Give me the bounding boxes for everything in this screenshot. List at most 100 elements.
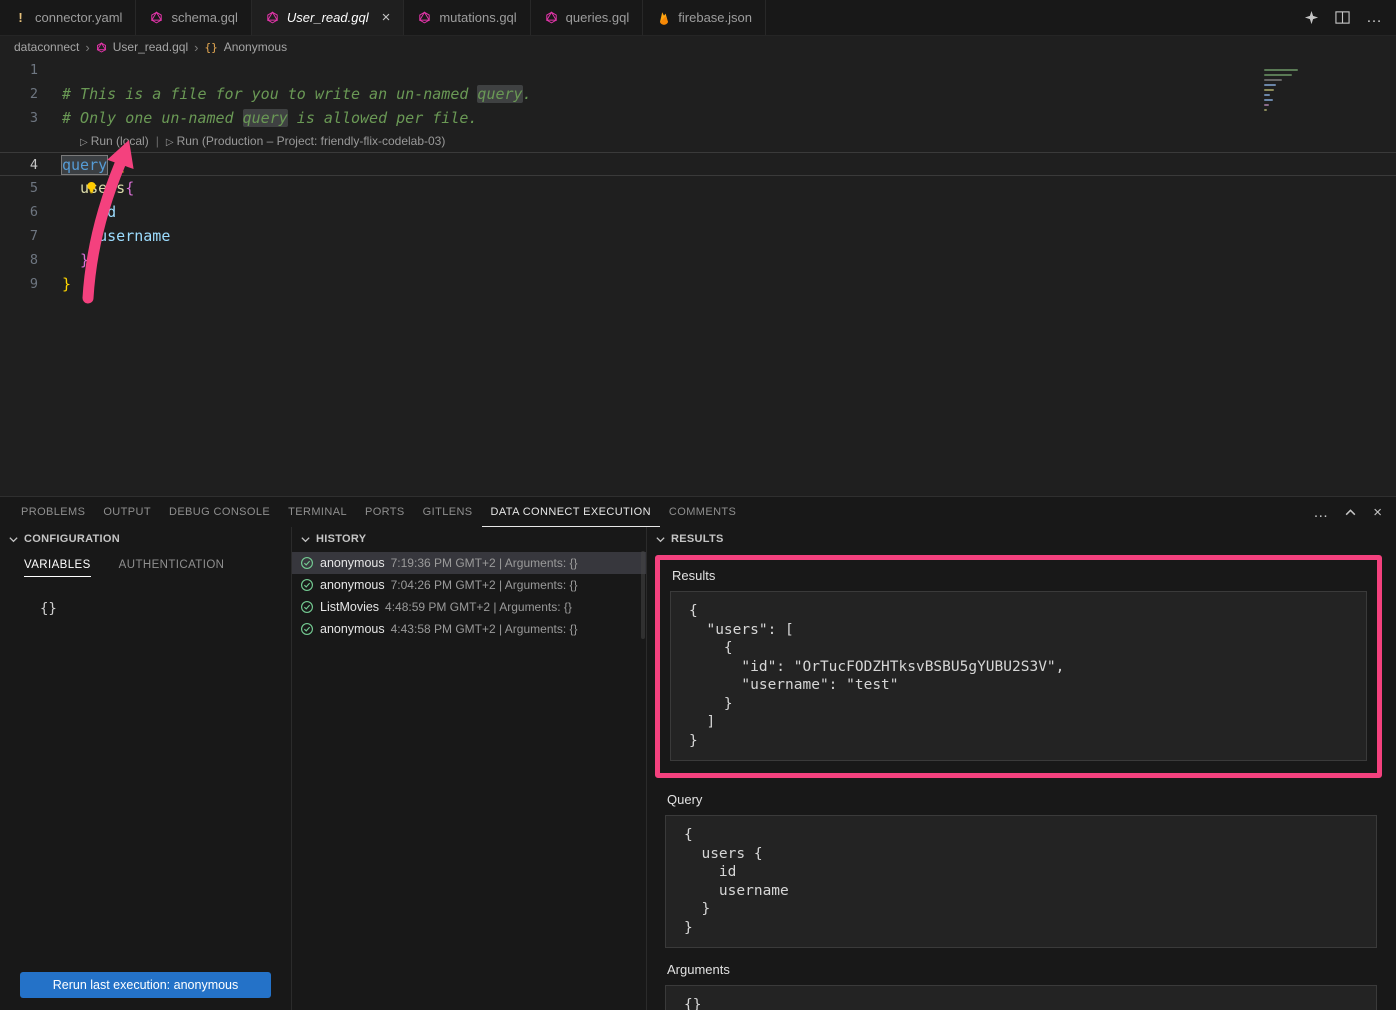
variables-editor[interactable]: {} — [40, 601, 291, 617]
line-number: 1 — [0, 58, 62, 82]
results-section: RESULTS Results { "users": [ { "id": "Or… — [647, 527, 1396, 1010]
chevron-down-icon — [300, 534, 311, 545]
breadcrumb-separator: › — [85, 40, 89, 55]
arguments-label: Arguments — [667, 962, 1396, 977]
scrollbar[interactable] — [641, 551, 645, 639]
results-header[interactable]: RESULTS — [647, 527, 1396, 551]
results-label: Results — [672, 568, 1367, 583]
codelens-row: ▷Run (local)|▷Run (Production – Project:… — [0, 130, 1396, 152]
panel-tab-ports[interactable]: PORTS — [356, 497, 414, 527]
close-icon[interactable]: × — [382, 10, 391, 25]
code-line-8: 8 } — [0, 248, 1396, 272]
history-item[interactable]: anonymous 7:19:36 PM GMT+2 | Arguments: … — [292, 552, 646, 574]
breadcrumb-item-anonymous[interactable]: Anonymous — [224, 40, 287, 54]
tab-variables[interactable]: VARIABLES — [24, 559, 91, 577]
play-icon: ▷ — [80, 137, 88, 148]
breadcrumb: dataconnect › User_read.gql › {} Anonymo… — [0, 36, 1396, 58]
panel-more-icon[interactable]: … — [1313, 504, 1328, 521]
check-circle-icon — [300, 556, 314, 570]
breadcrumb-item-file[interactable]: User_read.gql — [113, 40, 188, 54]
tab-label: firebase.json — [678, 10, 752, 25]
tab-mutations-gql[interactable]: mutations.gql — [404, 0, 530, 35]
panel-actions: … × — [1313, 504, 1396, 521]
breadcrumb-item-dataconnect[interactable]: dataconnect — [14, 40, 79, 54]
tab-queries-gql[interactable]: queries.gql — [531, 0, 644, 35]
code-line-5: 5 users{ — [0, 176, 1396, 200]
check-circle-icon — [300, 600, 314, 614]
line-number: 2 — [0, 82, 62, 106]
tab-connector-yaml[interactable]: ! connector.yaml — [0, 0, 136, 35]
code-line-3: 3 # Only one un-named query is allowed p… — [0, 106, 1396, 130]
word-highlight: query — [477, 85, 522, 103]
play-icon: ▷ — [166, 137, 174, 148]
line-number: 8 — [0, 248, 62, 272]
panel-tab-terminal[interactable]: TERMINAL — [279, 497, 356, 527]
tab-firebase-json[interactable]: firebase.json — [643, 0, 766, 35]
check-circle-icon — [300, 578, 314, 592]
split-editor-icon[interactable] — [1335, 10, 1350, 25]
panel-maximize-chevron-icon[interactable] — [1344, 506, 1357, 519]
run-production-codelens[interactable]: ▷Run (Production – Project: friendly-fli… — [166, 134, 446, 148]
panel-tab-bar: PROBLEMS OUTPUT DEBUG CONSOLE TERMINAL P… — [0, 497, 1396, 527]
word-highlight: query — [243, 109, 288, 127]
code-line-7: 7 username — [0, 224, 1396, 248]
query-label: Query — [667, 792, 1396, 807]
panel-tab-data-connect-execution[interactable]: DATA CONNECT EXECUTION — [482, 497, 660, 527]
graphql-icon — [96, 42, 107, 53]
graphql-icon — [417, 10, 432, 25]
line-number: 5 — [0, 176, 62, 200]
breadcrumb-separator: › — [194, 40, 198, 55]
code-line-6: 6 id — [0, 200, 1396, 224]
tab-authentication[interactable]: AUTHENTICATION — [119, 559, 225, 577]
tab-label: mutations.gql — [439, 10, 516, 25]
graphql-icon — [149, 10, 164, 25]
history-item[interactable]: ListMovies 4:48:59 PM GMT+2 | Arguments:… — [292, 596, 646, 618]
run-local-codelens[interactable]: ▷Run (local) — [80, 134, 149, 148]
results-json-output: { "users": [ { "id": "OrTucFODZHTksvBSBU… — [670, 591, 1367, 761]
arguments-text-box: {} — [665, 985, 1377, 1010]
tab-label: queries.gql — [566, 10, 630, 25]
copilot-sparkle-icon[interactable] — [1304, 10, 1319, 25]
line-number: 9 — [0, 272, 62, 296]
more-actions-icon[interactable]: … — [1366, 9, 1382, 27]
results-highlight-annotation: Results { "users": [ { "id": "OrTucFODZH… — [655, 555, 1382, 778]
line-number: 3 — [0, 106, 62, 130]
code-line-1: 1 — [0, 58, 1396, 82]
panel-tab-debug-console[interactable]: DEBUG CONSOLE — [160, 497, 279, 527]
editor-actions: … — [1290, 0, 1396, 35]
code-editor[interactable]: 1 2 # This is a file for you to write an… — [0, 58, 1396, 496]
graphql-icon — [265, 10, 280, 25]
chevron-down-icon — [655, 534, 666, 545]
tab-label: User_read.gql — [287, 10, 369, 25]
tab-user-read-gql[interactable]: User_read.gql × — [252, 0, 404, 35]
warning-icon: ! — [13, 10, 28, 25]
panel-tab-problems[interactable]: PROBLEMS — [12, 497, 94, 527]
selected-word: query — [62, 156, 107, 174]
configuration-section: CONFIGURATION VARIABLES AUTHENTICATION {… — [0, 527, 292, 1010]
panel-tab-output[interactable]: OUTPUT — [94, 497, 160, 527]
code-line-2: 2 # This is a file for you to write an u… — [0, 82, 1396, 106]
rerun-last-execution-button[interactable]: Rerun last execution: anonymous — [20, 972, 271, 998]
line-number: 4 — [0, 153, 62, 175]
tab-schema-gql[interactable]: schema.gql — [136, 0, 251, 35]
history-item[interactable]: anonymous 4:43:58 PM GMT+2 | Arguments: … — [292, 618, 646, 640]
tab-label: connector.yaml — [35, 10, 122, 25]
bottom-panel: PROBLEMS OUTPUT DEBUG CONSOLE TERMINAL P… — [0, 496, 1396, 1010]
code-line-9: 9 } — [0, 272, 1396, 296]
firebase-icon — [656, 10, 671, 25]
configuration-header[interactable]: CONFIGURATION — [0, 527, 291, 551]
panel-tab-comments[interactable]: COMMENTS — [660, 497, 745, 527]
symbol-icon: {} — [204, 41, 217, 54]
chevron-down-icon — [8, 534, 19, 545]
panel-close-icon[interactable]: × — [1373, 504, 1382, 521]
lightbulb-icon[interactable] — [84, 180, 99, 195]
graphql-icon — [544, 10, 559, 25]
minimap[interactable] — [1264, 64, 1308, 114]
history-header[interactable]: HISTORY — [292, 527, 646, 551]
history-item[interactable]: anonymous 7:04:26 PM GMT+2 | Arguments: … — [292, 574, 646, 596]
editor-tab-bar: ! connector.yaml schema.gql User_read.gq… — [0, 0, 1396, 36]
line-number: 6 — [0, 200, 62, 224]
panel-tab-gitlens[interactable]: GITLENS — [414, 497, 482, 527]
check-circle-icon — [300, 622, 314, 636]
history-section: HISTORY anonymous 7:19:36 PM GMT+2 | Arg… — [292, 527, 647, 1010]
